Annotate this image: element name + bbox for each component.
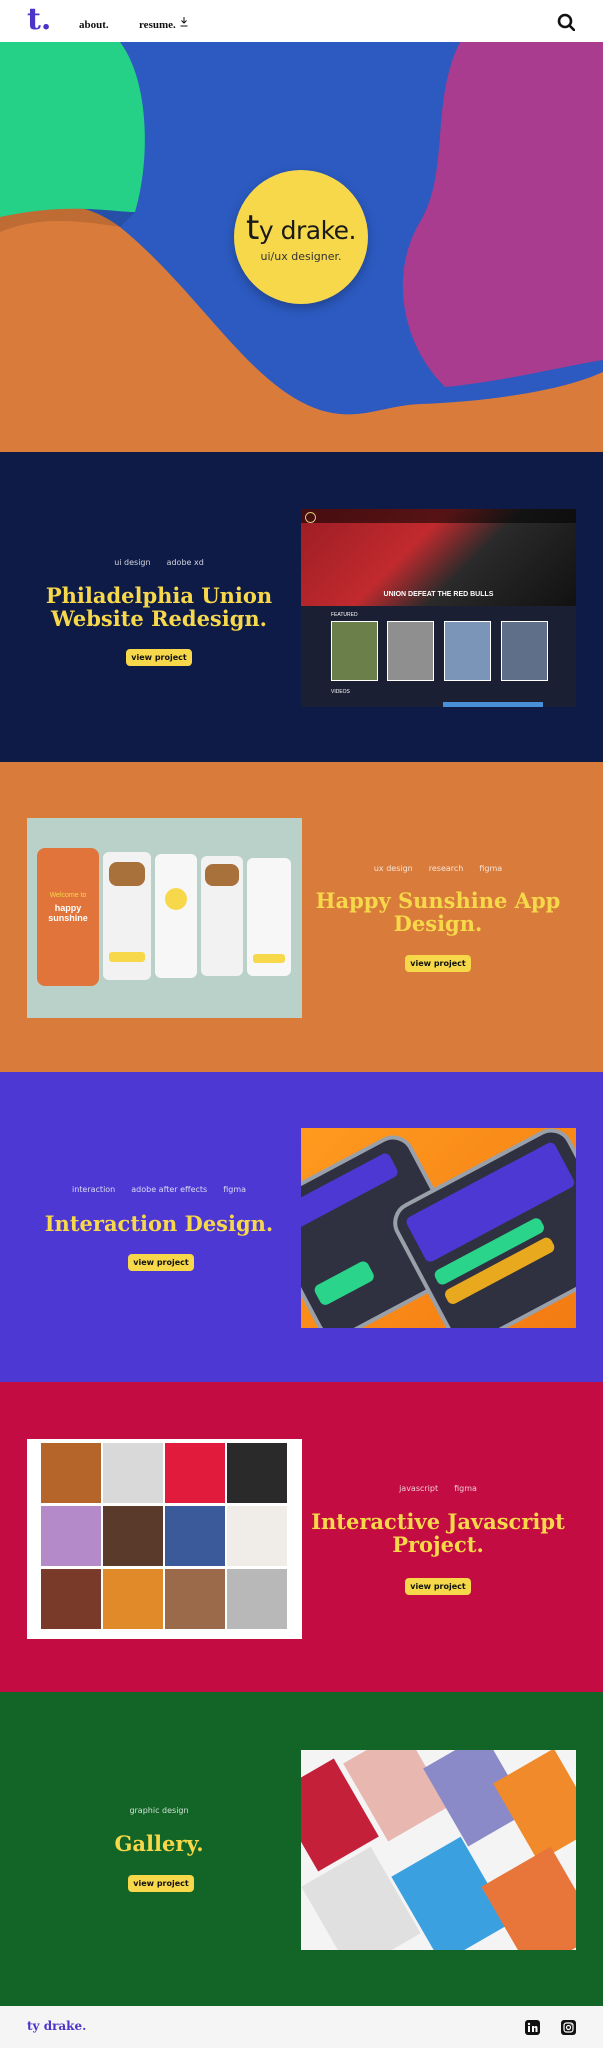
poster — [493, 1750, 576, 1862]
project-tags: interaction adobe after effects figma — [71, 1185, 247, 1194]
featured-card — [331, 621, 378, 681]
search-icon[interactable] — [557, 13, 575, 31]
album-cover — [41, 1506, 101, 1566]
album-cover — [165, 1443, 225, 1503]
hero-banner: ty drake. ui/ux designer. — [0, 42, 603, 452]
album-cover — [41, 1443, 101, 1503]
app-screen — [103, 852, 151, 980]
album-cover — [227, 1443, 287, 1503]
nav-resume-link[interactable]: resume. — [139, 19, 176, 31]
logo[interactable]: t. — [27, 2, 51, 38]
project-philadelphia-union: ui design adobe xd Philadelphia Union Web… — [0, 452, 603, 762]
app-name: happy sunshine — [48, 903, 88, 923]
project-screenshot[interactable] — [301, 1128, 576, 1328]
nav-about-link[interactable]: about. — [79, 19, 109, 31]
project-gallery: graphic design Gallery. view project — [0, 1692, 603, 2006]
album-cover — [41, 1569, 101, 1629]
project-title: Gallery. — [114, 1831, 204, 1856]
download-icon[interactable] — [180, 17, 188, 27]
view-project-button[interactable]: view project — [128, 1875, 194, 1892]
project-interactive-javascript: javascript figma Interactive Javascript P… — [0, 1382, 603, 1692]
top-nav: t. about. resume. — [0, 0, 603, 42]
project-title: Happy Sunshine App Design. — [315, 888, 561, 936]
project-tags: ui design adobe xd — [114, 558, 204, 567]
app-screen — [201, 856, 243, 976]
union-crest-icon — [305, 512, 316, 523]
project-title: Interactive Javascript Project. — [311, 1509, 565, 1557]
album-cover — [103, 1443, 163, 1503]
hero-name-badge: ty drake. ui/ux designer. — [234, 170, 368, 304]
featured-card — [444, 621, 491, 681]
app-screen — [247, 858, 291, 976]
featured-label: FEATURED — [331, 612, 358, 618]
album-cover — [103, 1506, 163, 1566]
app-welcome-screen: Welcome to happy sunshine — [37, 848, 99, 986]
videos-label: VIDEOS — [331, 689, 350, 695]
project-tags: javascript figma — [399, 1484, 477, 1493]
project-screenshot[interactable] — [27, 1439, 302, 1639]
welcome-text: Welcome to — [49, 892, 87, 899]
view-project-button[interactable]: view project — [405, 955, 471, 972]
project-title: Philadelphia Union Website Redesign. — [45, 583, 273, 631]
project-interaction-design: interaction adobe after effects figma Inte… — [0, 1072, 603, 1382]
hero-name: ty drake. — [246, 208, 356, 248]
site-navbar — [301, 509, 576, 523]
project-screenshot[interactable]: UNION DEFEAT THE RED BULLS FEATURED VIDE… — [301, 509, 576, 707]
project-tags: ux design research figma — [373, 864, 503, 873]
footer: ty drake. — [0, 2006, 603, 2048]
view-project-button[interactable]: view project — [128, 1254, 194, 1271]
footer-name[interactable]: ty drake. — [27, 2019, 86, 2033]
banner-headline: UNION DEFEAT THE RED BULLS — [383, 591, 494, 598]
linkedin-icon[interactable] — [525, 2020, 540, 2035]
video-thumb — [443, 702, 543, 707]
project-screenshot[interactable] — [301, 1750, 576, 1950]
album-cover — [165, 1569, 225, 1629]
album-cover — [227, 1569, 287, 1629]
view-project-button[interactable]: view project — [405, 1578, 471, 1595]
album-cover — [227, 1506, 287, 1566]
instagram-icon[interactable] — [561, 2020, 576, 2035]
album-cover — [103, 1569, 163, 1629]
hero-role: ui/ux designer. — [260, 250, 342, 263]
project-title: Interaction Design. — [44, 1211, 274, 1236]
project-screenshot[interactable]: Welcome to happy sunshine — [27, 818, 302, 1018]
album-cover — [165, 1506, 225, 1566]
featured-card — [501, 621, 548, 681]
app-screen — [155, 854, 197, 978]
project-tags: graphic design — [129, 1806, 189, 1815]
featured-card — [387, 621, 434, 681]
poster — [481, 1846, 576, 1950]
view-project-button[interactable]: view project — [126, 649, 192, 666]
project-happy-sunshine: ux design research figma Happy Sunshine Ap… — [0, 762, 603, 1072]
